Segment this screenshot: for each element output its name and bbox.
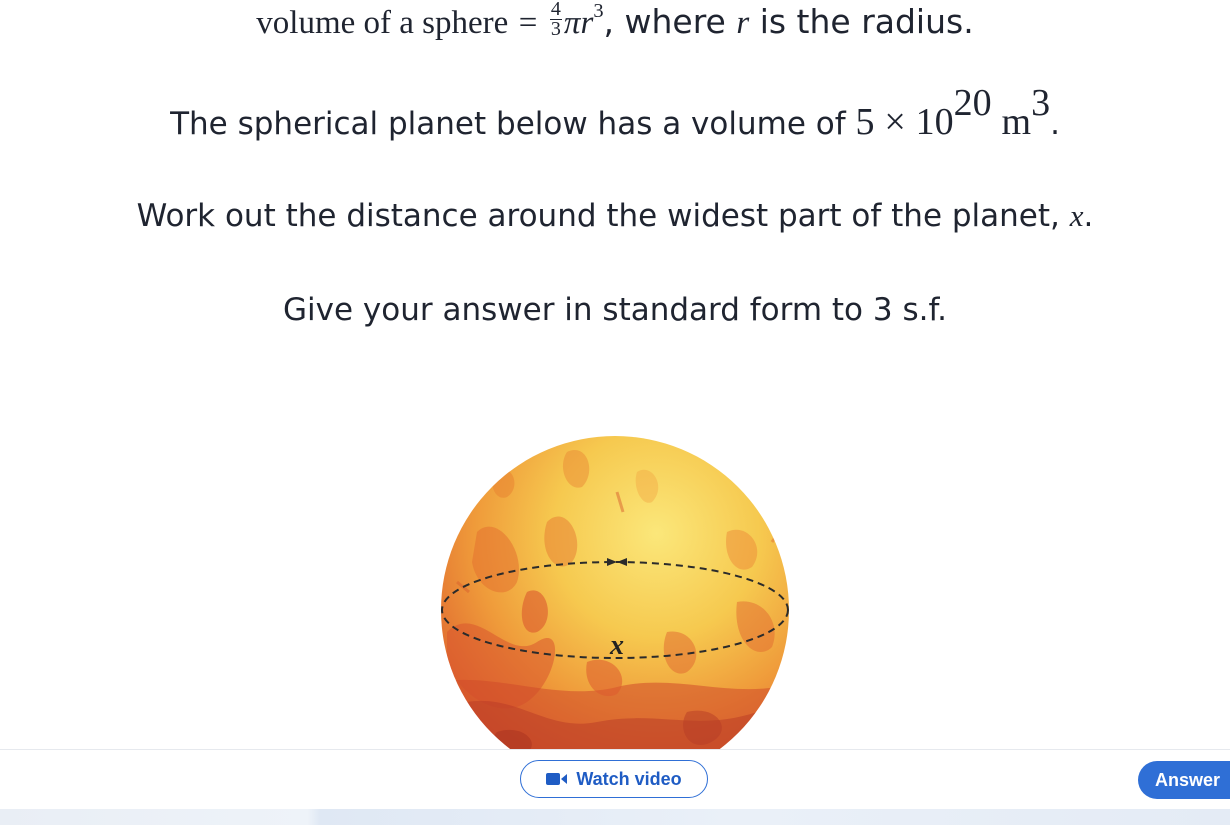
watch-video-button[interactable]: Watch video [520,760,708,798]
task-suffix: . [1083,198,1094,234]
pi-symbol: π [563,5,581,41]
volume-line: The spherical planet below has a volume … [0,84,1230,144]
formula-prefix: volume of a sphere [256,5,509,41]
times-symbol: × [884,101,906,143]
answer-button[interactable]: Answer [1138,761,1230,799]
volume-exponent: 20 [953,82,992,125]
formula-suffix-2: is the radius. [749,2,974,41]
answer-label: Answer [1155,769,1221,790]
fraction-denominator: 3 [550,18,561,40]
volume-prefix: The spherical planet below has a volume … [170,106,856,142]
diagram-label-x: x [609,630,624,661]
formula-suffix: , where [603,2,737,41]
volume-unit-exponent: 3 [1031,82,1051,125]
radius-var-2: r [736,5,750,41]
planet-diagram: x [437,432,793,750]
volume-suffix: . [1050,106,1060,142]
volume-unit: m [1001,101,1032,143]
formula-equals: = [518,5,538,41]
fraction-numerator: 4 [549,0,562,20]
question-page: volume of a sphere = 4 3 πr3, where r is t… [0,0,1230,825]
radius-exponent: 3 [593,0,604,22]
bottom-strip [0,809,1230,825]
instruction-line: Give your answer in standard form to 3 s… [283,292,947,328]
planet-svg: x [441,436,789,750]
video-camera-icon [546,772,568,786]
task-var: x [1069,198,1084,233]
radius-var: r [580,5,594,41]
fraction: 43 [549,0,562,40]
volume-base: 10 [915,101,954,143]
volume-coefficient: 5 [855,101,875,143]
task-prefix: Work out the distance around the widest … [136,198,1070,234]
formula-line: volume of a sphere = 4 3 πr3, where r is t… [0,0,1230,43]
task-line: Work out the distance around the widest … [0,198,1230,234]
watch-video-label: Watch video [576,768,682,789]
